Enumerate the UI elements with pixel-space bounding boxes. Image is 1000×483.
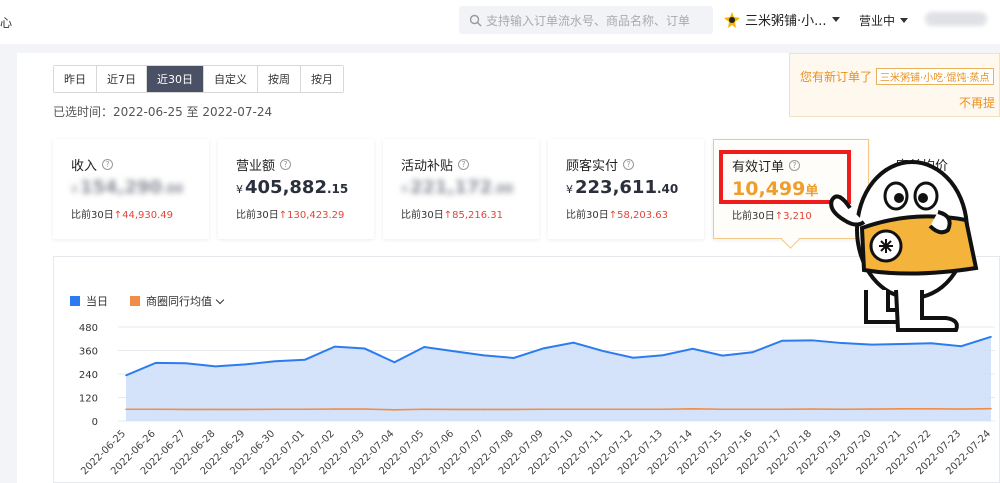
data-point[interactable] [274, 408, 276, 411]
data-point[interactable] [870, 343, 873, 346]
data-point[interactable] [453, 350, 455, 353]
data-point[interactable] [900, 408, 903, 410]
data-point[interactable] [662, 354, 664, 357]
data-point[interactable] [214, 365, 217, 368]
data-point[interactable] [572, 408, 575, 411]
data-point[interactable] [662, 408, 664, 411]
y-tick-label: 360 [79, 347, 98, 358]
y-tick-label: 480 [79, 323, 98, 334]
y-tick-label: 0 [92, 417, 98, 428]
data-point[interactable] [691, 408, 694, 410]
data-point[interactable] [483, 354, 485, 357]
data-point[interactable] [512, 408, 515, 411]
data-point[interactable] [214, 408, 217, 411]
data-point[interactable] [125, 408, 127, 411]
data-point[interactable] [483, 408, 485, 411]
data-point[interactable] [542, 408, 545, 411]
data-point[interactable] [721, 354, 724, 357]
data-point[interactable] [244, 408, 247, 411]
data-point[interactable] [333, 345, 336, 348]
data-point[interactable] [870, 408, 873, 410]
data-point[interactable] [274, 360, 276, 363]
data-point[interactable] [155, 408, 157, 411]
data-point[interactable] [811, 408, 813, 410]
data-point[interactable] [602, 408, 605, 411]
data-point[interactable] [960, 345, 962, 347]
y-tick-label: 240 [79, 370, 98, 381]
data-point[interactable] [990, 407, 992, 410]
data-point[interactable] [125, 374, 127, 377]
data-point[interactable] [542, 347, 545, 350]
data-point[interactable] [512, 357, 515, 359]
y-tick-label: 120 [79, 394, 98, 405]
data-point[interactable] [184, 408, 187, 411]
data-point[interactable] [632, 408, 634, 411]
data-point[interactable] [781, 408, 784, 411]
data-point[interactable] [811, 339, 813, 342]
data-point[interactable] [453, 408, 455, 411]
mascot-illustration [829, 160, 979, 332]
data-point[interactable] [900, 343, 903, 345]
data-point[interactable] [244, 363, 247, 366]
data-point[interactable] [333, 408, 336, 410]
data-point[interactable] [602, 350, 605, 352]
series-line-1 [126, 407, 992, 411]
data-point[interactable] [691, 347, 694, 350]
data-point[interactable] [930, 342, 933, 345]
data-point[interactable] [304, 408, 306, 411]
data-point[interactable] [841, 342, 843, 344]
data-point[interactable] [572, 341, 575, 344]
data-point[interactable] [751, 351, 754, 354]
data-point[interactable] [393, 409, 396, 411]
data-point[interactable] [393, 361, 396, 364]
data-point[interactable] [930, 408, 933, 410]
data-point[interactable] [363, 347, 366, 350]
data-point[interactable] [841, 408, 843, 411]
data-point[interactable] [632, 356, 634, 359]
data-point[interactable] [751, 408, 754, 411]
data-point[interactable] [960, 408, 962, 410]
data-point[interactable] [781, 339, 784, 342]
data-point[interactable] [423, 408, 426, 411]
data-point[interactable] [304, 358, 306, 361]
data-point[interactable] [363, 408, 366, 410]
data-point[interactable] [155, 362, 157, 364]
data-point[interactable] [721, 408, 724, 411]
data-point[interactable] [423, 346, 426, 348]
data-point[interactable] [184, 362, 187, 365]
